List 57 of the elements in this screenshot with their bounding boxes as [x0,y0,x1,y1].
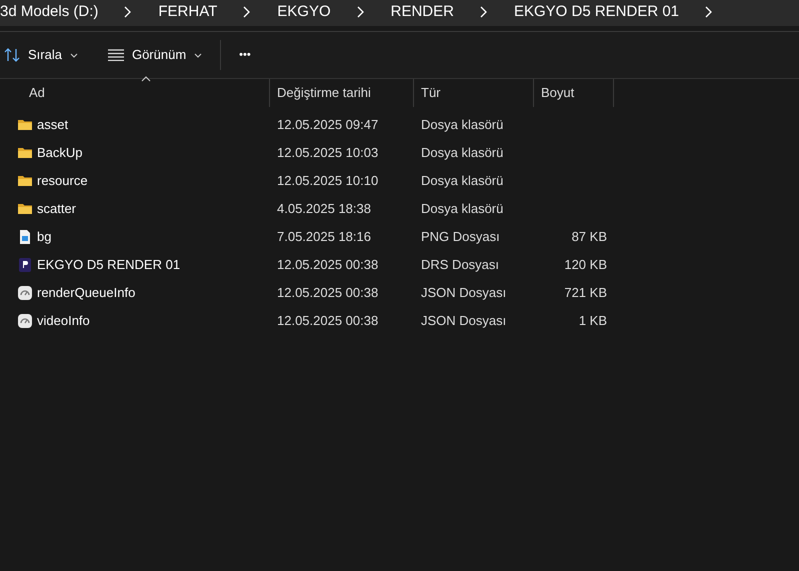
date-cell-text: 4.05.2025 18:38 [276,200,372,218]
type-cell-text: JSON Dosyası [420,284,508,302]
view-button[interactable]: Görünüm [104,41,206,69]
file-name[interactable]: renderQueueInfo [37,283,136,303]
file-name[interactable]: BackUp [37,143,83,163]
column-header[interactable]: Değiştirme tarihi [270,79,414,107]
type-cell-text: Dosya klasörü [420,144,504,162]
caret-icon [70,52,78,58]
chevron-icon [243,6,252,18]
chevron-icon [480,6,488,18]
caret-icon [194,52,202,58]
date-cell-text: 12.05.2025 00:38 [276,256,380,274]
file-name[interactable]: scatter [37,199,76,219]
type-cell-text: DRS Dosyası [420,256,500,274]
file-name[interactable]: resource [37,171,88,191]
breadcrumb-item[interactable]: FERHAT [158,0,218,24]
list-icon [108,49,124,61]
folder-icon [17,173,33,189]
size-cell-text: 120 KB [563,256,608,274]
type-cell-text: Dosya klasörü [420,116,504,134]
breadcrumb-item[interactable]: 3d Models (D:) [0,0,98,24]
type-cell-text: Dosya klasörü [420,172,504,190]
breadcrumb-item[interactable]: EKGYO D5 RENDER 01 [514,0,680,24]
more-button[interactable]: ••• [235,42,255,68]
date-cell-text: 7.05.2025 18:16 [276,228,372,246]
type-cell-text: Dosya klasörü [420,200,504,218]
date-cell-text: 12.05.2025 10:03 [276,144,380,162]
gauge-icon [17,285,33,301]
breadcrumb-item[interactable]: EKGYO [277,0,331,24]
file-name[interactable]: EKGYO D5 RENDER 01 [37,255,180,275]
date-cell-text: 12.05.2025 00:38 [276,284,380,302]
file-name[interactable]: bg [37,227,52,247]
column-header[interactable]: Tür [414,79,534,107]
folder-icon [17,117,33,133]
type-cell-text: JSON Dosyası [420,312,508,330]
folder-icon [17,201,33,217]
folder-icon [17,145,33,161]
column-header[interactable]: Ad [0,79,270,107]
size-cell-text: 721 KB [563,284,608,302]
file-name[interactable]: videoInfo [37,311,90,331]
date-cell-text: 12.05.2025 10:10 [276,172,380,190]
column-header[interactable]: Boyut [534,79,614,107]
file-name[interactable]: asset [37,115,68,135]
chevron-icon [124,6,132,18]
chevron-icon [705,6,714,18]
date-cell-text: 12.05.2025 09:47 [276,116,380,134]
sort-icon [4,47,20,63]
document-icon [17,257,33,273]
breadcrumb-item[interactable]: RENDER [390,0,454,24]
size-cell-text: 1 KB [578,312,608,330]
chevron-icon [356,6,365,18]
date-cell-text: 12.05.2025 00:38 [276,312,380,330]
type-cell-text: PNG Dosyası [420,228,501,246]
gauge-icon [17,313,33,329]
size-cell-text: 87 KB [570,228,608,246]
image-file-icon [17,229,33,245]
sort-button[interactable]: Sırala [0,41,82,69]
